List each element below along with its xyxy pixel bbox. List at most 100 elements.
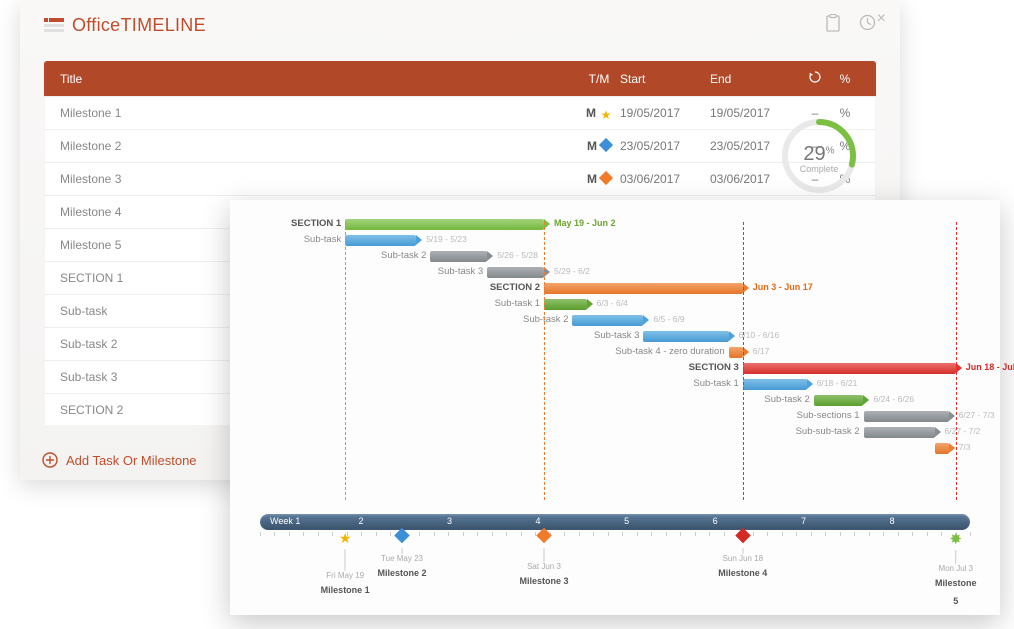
milestone-marker[interactable]: Sat Jun 3 Milestone 3 xyxy=(519,530,568,589)
table-row[interactable]: Milestone 3M03/06/201703/06/2017–% xyxy=(44,162,876,195)
milestone-marker[interactable]: ★ Fri May 19 Milestone 1 xyxy=(321,530,370,598)
task-bar[interactable] xyxy=(544,299,587,310)
col-end: End xyxy=(710,72,800,86)
logo-icon xyxy=(44,18,64,34)
col-pct: % xyxy=(830,72,860,86)
col-history-icon xyxy=(800,71,830,86)
task-bar[interactable] xyxy=(864,411,949,422)
milestone-name: Milestone 5 xyxy=(935,578,977,606)
section-label: SECTION 3 xyxy=(689,362,739,373)
star-icon: ★ xyxy=(321,530,370,547)
milestone-name: Milestone 1 xyxy=(321,585,370,595)
milestone-marker[interactable]: Tue May 23 Milestone 2 xyxy=(377,530,426,581)
col-start: Start xyxy=(620,72,710,86)
diamond-icon xyxy=(599,138,613,152)
history-icon[interactable] xyxy=(859,14,876,37)
task-label: Sub-task 2 xyxy=(523,314,568,325)
task-dates: 6/17 xyxy=(753,346,770,356)
task-bar[interactable] xyxy=(729,347,743,358)
timeline-output: SECTION 1 May 19 - Jun 2 Sub-task 5/19 - 5/… xyxy=(230,200,1000,615)
progress-value: 29 xyxy=(803,143,825,165)
task-label: Sub-task 2 xyxy=(764,394,809,405)
task-label: Sub-task 1 xyxy=(495,298,540,309)
task-dates: 6/27 - 7/2 xyxy=(945,426,981,436)
section-range: Jun 18 - Jul 3 xyxy=(966,362,1014,372)
task-label: Sub-sub-task 2 xyxy=(796,426,860,437)
task-label: Sub-task 1 xyxy=(693,378,738,389)
diamond-icon xyxy=(735,528,751,544)
week-tick: 5 xyxy=(624,516,629,526)
task-label: Sub-task 3 xyxy=(594,330,639,341)
week-tick: 8 xyxy=(890,516,895,526)
task-bar[interactable] xyxy=(487,267,544,278)
milestone-date: Tue May 23 xyxy=(377,554,426,563)
table-header: Title T/M Start End % xyxy=(44,61,876,96)
diamond-icon xyxy=(599,171,613,185)
close-icon[interactable]: × xyxy=(877,10,886,28)
week-tick: 7 xyxy=(801,516,806,526)
section-range: Jun 3 - Jun 17 xyxy=(753,282,813,292)
editor-header: OfficeTIMELINE xyxy=(20,0,900,49)
table-row[interactable]: Milestone 2M23/05/201723/05/2017–% xyxy=(44,129,876,162)
milestone-date: Fri May 19 xyxy=(321,571,370,580)
section-bar[interactable] xyxy=(345,219,544,230)
task-label: Sub-sections 1 xyxy=(797,410,860,421)
app-logo: OfficeTIMELINE xyxy=(44,15,206,36)
task-bar[interactable] xyxy=(935,443,949,454)
milestone-name: Milestone 4 xyxy=(718,568,767,578)
progress-caption: Complete xyxy=(778,164,860,174)
star-icon: ★ xyxy=(600,108,612,120)
col-title: Title xyxy=(60,72,578,86)
logo-text: OfficeTIMELINE xyxy=(72,15,206,36)
task-bar[interactable] xyxy=(864,427,935,438)
col-tm: T/M xyxy=(578,72,620,86)
task-bar[interactable] xyxy=(430,251,487,262)
milestone-date: Mon Jul 3 xyxy=(935,564,977,573)
diamond-icon xyxy=(536,528,552,544)
task-dates: 6/27 - 7/3 xyxy=(959,410,995,420)
milestone-date: Sun Jun 18 xyxy=(718,554,767,563)
task-bar[interactable] xyxy=(643,331,728,342)
task-bar[interactable] xyxy=(572,315,643,326)
section-bar[interactable] xyxy=(544,283,743,294)
week-axis: Week 1 2 3 4 5 6 7 8 ★ Fri May 19 Milestone 1 Tue … xyxy=(260,514,970,608)
task-label: Sub-task 2 xyxy=(381,250,426,261)
week-tick: 3 xyxy=(447,516,452,526)
task-label: Sub-task xyxy=(304,234,342,245)
section-label: SECTION 2 xyxy=(490,282,540,293)
progress-ring: 29% Complete xyxy=(778,115,860,197)
clipboard-icon[interactable] xyxy=(825,14,841,37)
table-row[interactable]: Milestone 1M★19/05/201719/05/2017–% xyxy=(44,96,876,129)
task-dates: 5/19 - 5/23 xyxy=(426,234,467,244)
task-dates: 6/10 - 6/16 xyxy=(739,330,780,340)
task-bar[interactable] xyxy=(814,395,864,406)
task-dates: 6/24 - 6/26 xyxy=(874,394,915,404)
week-tick: 4 xyxy=(536,516,541,526)
task-dates: 6/18 - 6/21 xyxy=(817,378,858,388)
task-dates: 6/3 - 6/4 xyxy=(597,298,628,308)
milestone-date: Sat Jun 3 xyxy=(519,562,568,571)
task-dates: 6/5 - 6/9 xyxy=(653,314,684,324)
burst-icon: ✸ xyxy=(935,530,977,548)
task-dates: 5/26 - 5/28 xyxy=(497,250,538,260)
section-label: SECTION 1 xyxy=(291,218,341,229)
task-label: Sub-task 4 - zero duration xyxy=(615,346,724,357)
task-label: Sub-task 3 xyxy=(438,266,483,277)
task-dates: 7/3 xyxy=(959,442,971,452)
section-bar[interactable] xyxy=(743,363,956,374)
milestone-name: Milestone 2 xyxy=(377,568,426,578)
week-tick: 6 xyxy=(713,516,718,526)
plus-circle-icon xyxy=(42,452,58,468)
section-range: May 19 - Jun 2 xyxy=(554,218,616,228)
add-task-label: Add Task Or Milestone xyxy=(66,453,197,468)
task-dates: 5/29 - 6/2 xyxy=(554,266,590,276)
week-tick: Week 1 xyxy=(270,516,300,526)
milestone-marker[interactable]: Sun Jun 18 Milestone 4 xyxy=(718,530,767,581)
task-bar[interactable] xyxy=(345,235,416,246)
milestone-name: Milestone 3 xyxy=(519,576,568,586)
diamond-icon xyxy=(394,528,410,544)
task-bar[interactable] xyxy=(743,379,807,390)
week-tick: 2 xyxy=(359,516,364,526)
milestone-marker[interactable]: ✸ Mon Jul 3 Milestone 5 xyxy=(935,530,977,609)
gantt-chart: SECTION 1 May 19 - Jun 2 Sub-task 5/19 - 5/… xyxy=(230,200,1000,500)
